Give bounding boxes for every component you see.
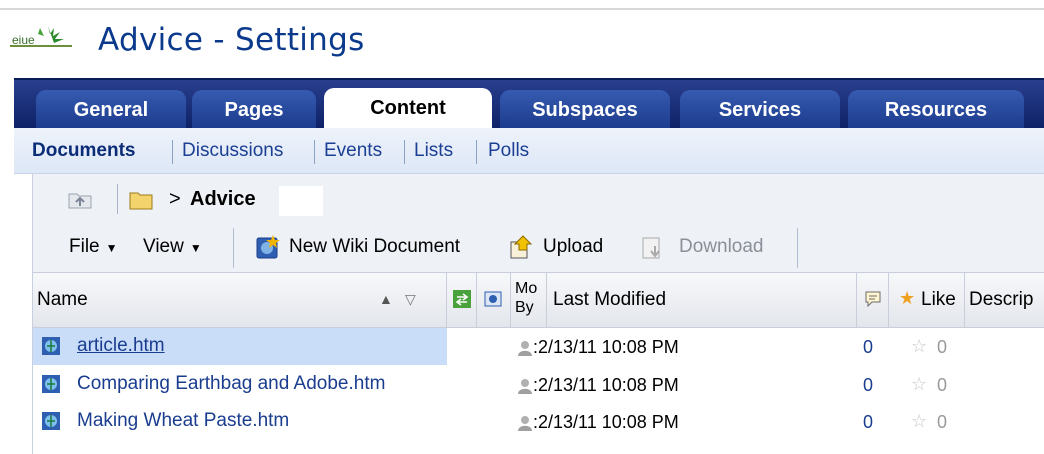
like-count: 0	[937, 337, 948, 357]
download-icon	[642, 237, 660, 259]
comment-count[interactable]: 0	[863, 412, 873, 433]
upload-button[interactable]: Upload	[543, 236, 603, 258]
tab-content[interactable]: Content	[324, 88, 492, 130]
column-name-label: Name	[37, 289, 88, 310]
column-name[interactable]: Name ▲ ▽	[33, 273, 447, 329]
folder-icon	[129, 192, 153, 210]
new-wiki-icon	[256, 235, 280, 259]
subtab-discussions[interactable]: Discussions	[182, 140, 283, 162]
toolbar-separator	[233, 228, 234, 268]
space-logo-icon: eiue	[10, 22, 72, 50]
tab-services[interactable]: Services	[680, 90, 840, 130]
comment-count[interactable]: 0	[863, 375, 873, 396]
table-row[interactable]: article.htm :2/13/11 10:08 PM 0 ☆ 0	[33, 328, 1044, 365]
subtab-separator	[172, 140, 173, 164]
column-modified-by-label: Mo By	[515, 280, 538, 316]
star-outline-icon[interactable]: ☆	[911, 411, 927, 432]
documents-panel: > Advice File ▼ View ▼ New Wiki Document U…	[32, 174, 1044, 454]
name-cell: Making Wheat Paste.htm	[33, 403, 447, 440]
document-link[interactable]: Comparing Earthbag and Adobe.htm	[77, 373, 385, 395]
like-count: 0	[937, 412, 948, 432]
view-menu[interactable]: View ▼	[143, 236, 202, 258]
web-document-icon	[42, 337, 60, 355]
document-list: article.htm :2/13/11 10:08 PM 0 ☆ 0 Comp…	[33, 328, 1044, 454]
column-like[interactable]: ★ Like	[889, 273, 965, 329]
subtab-bar: Documents Discussions Events Lists Polls	[14, 128, 1044, 174]
name-cell: article.htm	[33, 328, 447, 365]
toolbar-separator	[797, 228, 798, 268]
subtab-lists[interactable]: Lists	[414, 140, 453, 162]
subtab-events[interactable]: Events	[324, 140, 382, 162]
comment-count[interactable]: 0	[863, 337, 873, 358]
tab-resources[interactable]: Resources	[848, 90, 1024, 130]
user-icon	[517, 340, 533, 356]
svg-text:eiue: eiue	[12, 33, 35, 47]
table-row[interactable]: Comparing Earthbag and Adobe.htm :2/13/1…	[33, 366, 1044, 403]
table-header: Name ▲ ▽ Mo By Last Modified ★ Like Desc…	[33, 272, 1044, 329]
star-outline-icon[interactable]: ☆	[911, 336, 927, 357]
star-outline-icon[interactable]: ☆	[911, 374, 927, 395]
like-count: 0	[937, 375, 948, 395]
user-icon	[517, 378, 533, 394]
breadcrumb-blank	[279, 186, 323, 216]
subtab-separator	[404, 140, 405, 164]
table-row[interactable]: Making Wheat Paste.htm :2/13/11 10:08 PM…	[33, 403, 1044, 440]
column-modified-by[interactable]: Mo By	[511, 273, 547, 329]
chevron-down-icon: ▼	[189, 241, 202, 255]
subtab-polls[interactable]: Polls	[488, 140, 529, 162]
subtab-separator	[314, 140, 315, 164]
sync-icon	[453, 290, 471, 308]
breadcrumb-separator: >	[169, 188, 181, 210]
web-document-icon	[42, 375, 60, 393]
comment-icon	[865, 291, 881, 308]
download-button[interactable]: Download	[679, 236, 764, 258]
subtab-separator	[476, 140, 477, 164]
upload-icon	[510, 235, 533, 259]
document-link[interactable]: Making Wheat Paste.htm	[77, 410, 289, 432]
column-sync[interactable]	[447, 273, 477, 329]
document-status-icon	[484, 291, 502, 307]
web-document-icon	[42, 412, 60, 430]
star-icon: ★	[899, 288, 916, 308]
new-wiki-document-button[interactable]: New Wiki Document	[289, 236, 460, 258]
page-title: Advice - Settings	[98, 22, 365, 58]
sort-descending-icon[interactable]: ▽	[405, 291, 416, 308]
column-like-label: Like	[921, 289, 956, 310]
column-description[interactable]: Descrip	[965, 273, 1044, 329]
breadcrumb-current: Advice	[190, 188, 256, 210]
up-folder-icon[interactable]	[67, 188, 93, 210]
last-modified: :2/13/11 10:08 PM	[533, 375, 679, 395]
tab-subspaces[interactable]: Subspaces	[500, 90, 670, 130]
sort-ascending-icon[interactable]: ▲	[379, 291, 393, 307]
chevron-down-icon: ▼	[105, 241, 118, 255]
file-menu[interactable]: File ▼	[69, 236, 118, 258]
last-modified: :2/13/11 10:08 PM	[533, 412, 679, 432]
breadcrumb: > Advice	[33, 174, 1044, 226]
user-icon	[517, 415, 533, 431]
tab-pages[interactable]: Pages	[192, 90, 316, 130]
column-status[interactable]	[477, 273, 511, 329]
breadcrumb-divider	[117, 184, 118, 214]
column-last-modified-label: Last Modified	[553, 289, 667, 310]
last-modified: :2/13/11 10:08 PM	[533, 337, 679, 357]
column-description-label: Descrip	[969, 289, 1034, 310]
tab-bar: General Pages Content Subspaces Services…	[14, 78, 1044, 130]
column-last-modified[interactable]: Last Modified	[547, 273, 857, 329]
top-divider	[0, 8, 1044, 10]
document-link[interactable]: article.htm	[77, 335, 165, 357]
name-cell: Comparing Earthbag and Adobe.htm	[33, 366, 447, 403]
title-bar: eiue Advice - Settings	[0, 0, 1044, 78]
subtab-documents[interactable]: Documents	[32, 140, 135, 162]
tab-general[interactable]: General	[36, 90, 186, 130]
toolbar: File ▼ View ▼ New Wiki Document Upload Dow…	[33, 226, 1044, 272]
column-comments[interactable]	[857, 273, 889, 329]
